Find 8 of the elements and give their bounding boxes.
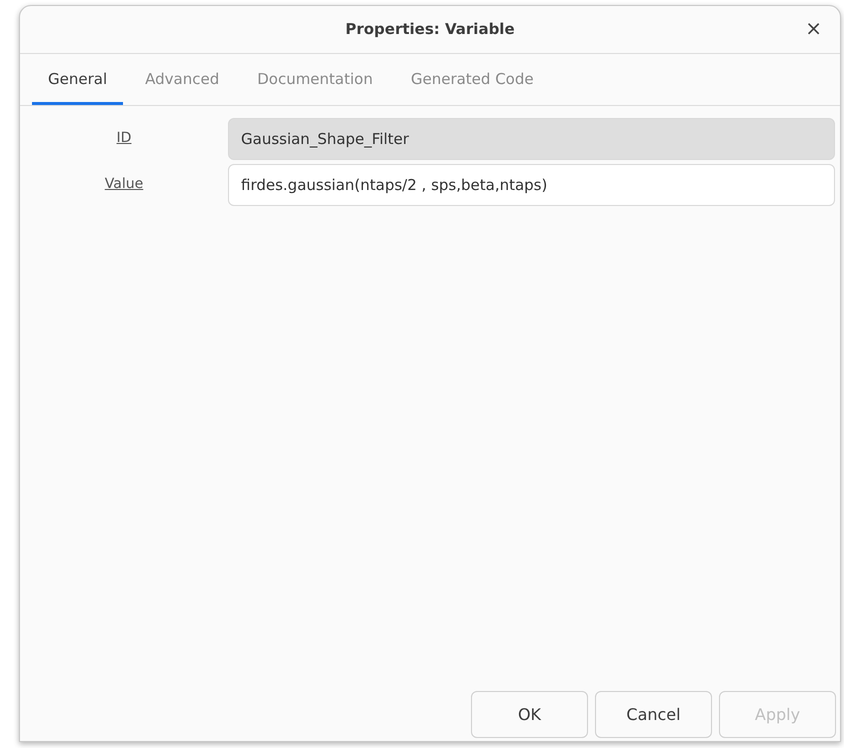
close-button[interactable]: × [801, 18, 826, 38]
input-field[interactable]: firdes.gaussian(ntaps/2 , sps,beta,ntaps) [228, 164, 835, 206]
dialog-button[interactable]: Cancel [595, 691, 712, 738]
tab[interactable]: General [32, 60, 124, 104]
field-label: ID [116, 129, 132, 148]
dialog-button[interactable]: OK [471, 691, 588, 738]
field-label: Value [104, 175, 144, 194]
window-title: Properties: Variable [345, 19, 515, 40]
